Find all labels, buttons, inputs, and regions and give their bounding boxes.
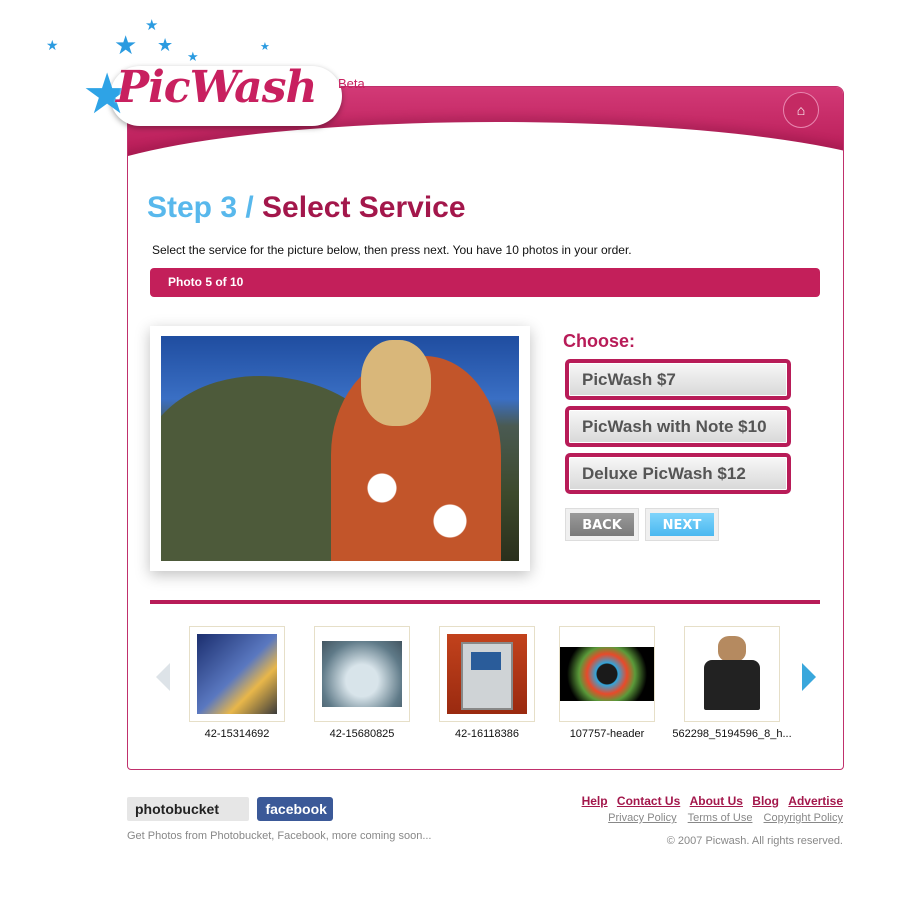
legal-links: Privacy Policy Terms of Use Copyright Po… <box>570 812 843 824</box>
thumbnail-caption: 107757-header <box>569 728 645 740</box>
thumbnail-caption: 42-16118386 <box>454 728 520 740</box>
step-number: Step 3 / <box>147 191 254 224</box>
facebook-button[interactable]: facebook <box>257 797 334 821</box>
thumbnail[interactable] <box>439 626 535 722</box>
service-picwash-note-button[interactable]: PicWash with Note $10 <box>565 406 791 447</box>
copyright-policy-link[interactable]: Copyright Policy <box>764 812 843 824</box>
photo-sources: photobucket facebook <box>127 797 337 821</box>
footer-links: Help Contact Us About Us Blog Advertise <box>570 794 843 808</box>
thumbnail-caption: 42-15680825 <box>329 728 395 740</box>
blog-link[interactable]: Blog <box>752 794 779 808</box>
star-icon: ★ <box>145 17 159 34</box>
scroll-right-arrow-icon[interactable] <box>802 663 816 691</box>
back-button[interactable]: BACK <box>565 508 639 541</box>
thumbnail-caption: 562298_5194596_8_h... <box>672 728 792 740</box>
step-title: Select Service <box>262 191 466 224</box>
contact-link[interactable]: Contact Us <box>617 794 680 808</box>
privacy-link[interactable]: Privacy Policy <box>608 812 676 824</box>
page-title: Step 3 / Select Service <box>147 191 466 225</box>
star-icon: ★ <box>157 35 174 55</box>
logo[interactable]: ★ PicWash Beta <box>82 60 372 134</box>
sources-note: Get Photos from Photobucket, Facebook, m… <box>127 830 432 842</box>
thumbnail[interactable] <box>189 626 285 722</box>
home-icon: ⌂ <box>796 102 806 118</box>
divider <box>150 600 820 604</box>
star-icon: ★ <box>114 30 138 60</box>
star-icon: ★ <box>260 41 270 53</box>
main-panel: ⌂ Step 3 / Select Service Select the ser… <box>127 86 844 770</box>
logo-text: PicWash <box>116 62 317 113</box>
beta-label: Beta <box>338 76 365 91</box>
advertise-link[interactable]: Advertise <box>788 794 843 808</box>
instructions: Select the service for the picture below… <box>152 243 632 257</box>
terms-link[interactable]: Terms of Use <box>688 812 753 824</box>
thumbnail-caption: 42-15314692 <box>204 728 270 740</box>
star-icon: ★ <box>46 37 59 53</box>
about-link[interactable]: About Us <box>690 794 743 808</box>
service-deluxe-button[interactable]: Deluxe PicWash $12 <box>565 453 791 494</box>
thumbnail[interactable] <box>684 626 780 722</box>
copyright: © 2007 Picwash. All rights reserved. <box>666 835 843 847</box>
next-button[interactable]: NEXT <box>645 508 719 541</box>
photobucket-button[interactable]: photobucket <box>127 797 249 821</box>
photo-progress-bar: Photo 5 of 10 <box>150 268 820 297</box>
current-photo-card <box>150 326 530 571</box>
help-link[interactable]: Help <box>582 794 608 808</box>
choose-label: Choose: <box>563 331 635 351</box>
scroll-left-arrow-icon[interactable] <box>156 663 170 691</box>
current-photo <box>161 336 519 561</box>
thumbnail[interactable] <box>314 626 410 722</box>
thumbnail[interactable] <box>559 626 655 722</box>
home-button[interactable]: ⌂ <box>783 92 819 128</box>
service-picwash-button[interactable]: PicWash $7 <box>565 359 791 400</box>
